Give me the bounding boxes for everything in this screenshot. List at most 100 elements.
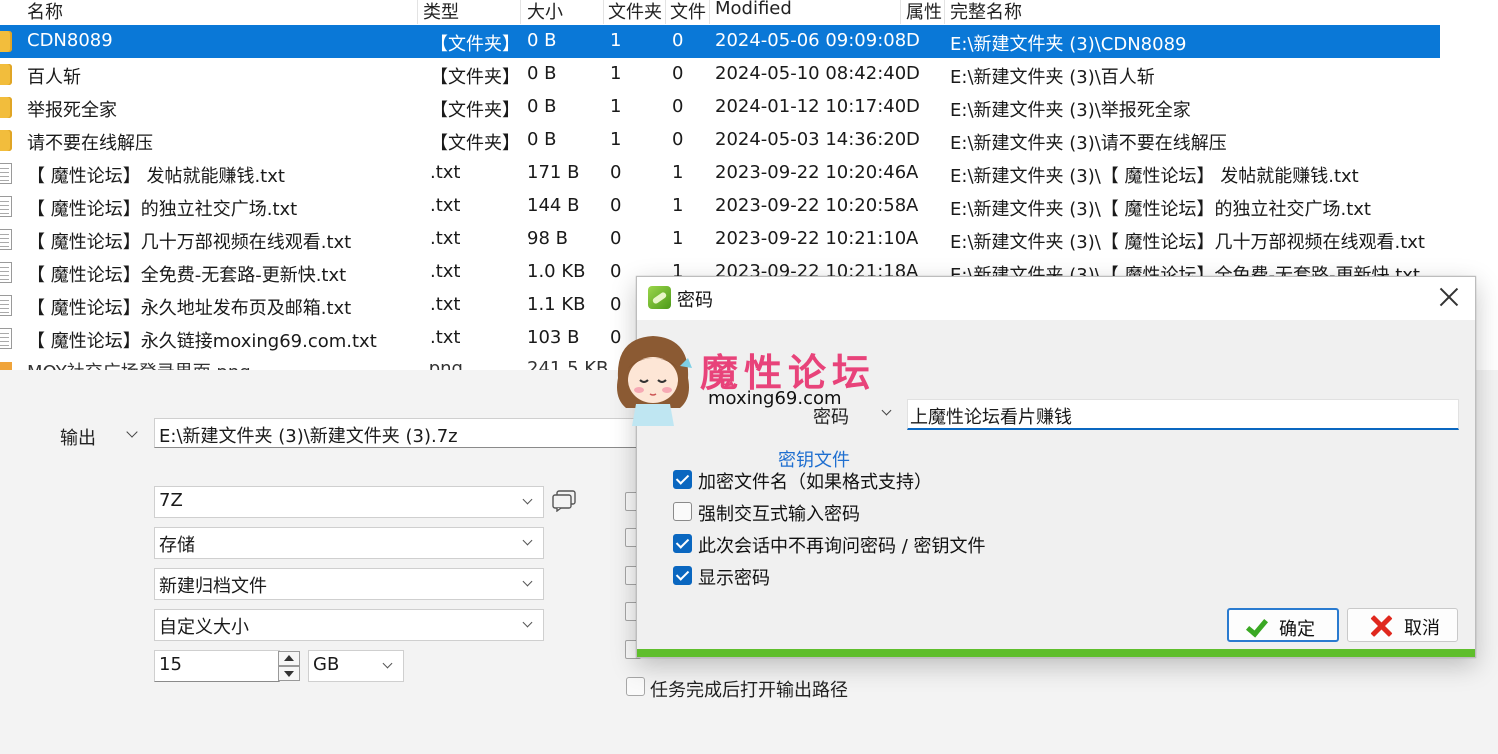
- split-mode-select[interactable]: 自定义大小: [154, 609, 544, 641]
- column-divider[interactable]: [520, 0, 521, 24]
- folder-icon: [0, 31, 12, 52]
- cell-attr: D: [906, 96, 920, 117]
- column-header-folders[interactable]: 文件夹: [608, 0, 662, 24]
- chevron-down-icon[interactable]: [126, 426, 138, 438]
- text-file-icon: [0, 163, 12, 184]
- split-unit-select[interactable]: GB: [308, 650, 404, 682]
- ok-button[interactable]: 确定: [1227, 608, 1339, 642]
- cell-size: 103 B: [527, 327, 580, 348]
- cell-name: 【 魔性论坛】全免费-无套路-更新快.txt: [27, 265, 347, 286]
- cell-folders: 1: [610, 96, 622, 117]
- cell-name: 百人斩: [27, 67, 81, 88]
- chevron-down-icon: [522, 535, 533, 546]
- compression-select[interactable]: 存储: [154, 527, 544, 559]
- column-header-attributes[interactable]: 属性: [906, 0, 942, 24]
- cell-attr: D: [906, 129, 920, 150]
- cell-attr: A: [906, 228, 919, 249]
- column-header-type[interactable]: 类型: [423, 0, 459, 24]
- image-file-icon: [0, 362, 12, 370]
- cell-size: 0 B: [527, 30, 557, 51]
- cell-name: 【 魔性论坛】永久链接moxing69.com.txt: [27, 331, 377, 352]
- cell-type: .txt: [430, 294, 461, 315]
- column-header-name[interactable]: 名称: [27, 0, 63, 24]
- encrypt-filenames-checkbox[interactable]: [673, 470, 692, 489]
- cell-name: 举报死全家: [27, 100, 117, 121]
- column-divider[interactable]: [944, 0, 945, 24]
- output-label: 输出: [60, 428, 96, 449]
- cell-folders: 1: [610, 30, 622, 51]
- encrypt-filenames-label: 加密文件名（如果格式支持）: [698, 472, 932, 493]
- column-header-fullname[interactable]: 完整名称: [950, 0, 1022, 24]
- list-item[interactable]: 百人斩 【文件夹】 0 B 1 0 2024-05-10 08:42:40 D E:\新建文件…: [0, 58, 1440, 91]
- column-header-files[interactable]: 文件: [670, 0, 706, 24]
- cell-size: 0 B: [527, 96, 557, 117]
- cell-folders: 0: [610, 261, 622, 282]
- chevron-down-icon[interactable]: [881, 405, 892, 416]
- folder-icon: [0, 130, 12, 151]
- show-password-checkbox[interactable]: [673, 566, 692, 585]
- list-item[interactable]: 请不要在线解压 【文件夹】 0 B 1 0 2024-05-03 14:36:20 D E:\…: [0, 124, 1440, 157]
- cell-fullname: E:\新建文件夹 (3)\举报死全家: [950, 100, 1191, 121]
- open-after-checkbox[interactable]: [626, 677, 645, 696]
- cell-attr: D: [906, 63, 920, 84]
- cell-fullname: E:\新建文件夹 (3)\【 魔性论坛】 发帖就能赚钱.txt: [950, 166, 1359, 187]
- checkmark-icon: [1245, 614, 1269, 638]
- cell-name: 【 魔性论坛】的独立社交广场.txt: [27, 199, 298, 220]
- file-list-header: 名称 类型 大小 文件夹 文件 Modified 属性 完整名称: [0, 0, 1440, 24]
- list-item[interactable]: 举报死全家 【文件夹】 0 B 1 0 2024-01-12 10:17:40 D E:\新建…: [0, 91, 1440, 124]
- output-path-input[interactable]: E:\新建文件夹 (3)\新建文件夹 (3).7z: [154, 418, 654, 448]
- comment-icon[interactable]: [552, 490, 577, 513]
- file-type: .png: [423, 360, 463, 370]
- cell-files: 0: [672, 96, 684, 117]
- cell-files: 1: [672, 162, 684, 183]
- password-dialog: 密码 密码 上魔性论坛看片赚钱 密钥文件 加密文件名（如果格式支持） 强制交互式…: [636, 276, 1476, 658]
- column-divider[interactable]: [603, 0, 604, 24]
- column-divider[interactable]: [417, 0, 418, 24]
- close-icon[interactable]: [1439, 287, 1459, 307]
- spin-up-button[interactable]: [278, 651, 300, 666]
- chevron-down-icon: [522, 617, 533, 628]
- cell-modified: 2024-05-10 08:42:40: [715, 63, 907, 84]
- app-icon: [648, 286, 671, 309]
- chevron-down-icon: [522, 494, 533, 505]
- split-size-input[interactable]: 15: [154, 650, 280, 682]
- text-file-icon: [0, 262, 12, 283]
- column-header-size[interactable]: 大小: [527, 0, 563, 24]
- file-size: 241.5 KB: [527, 360, 608, 370]
- remember-session-checkbox[interactable]: [673, 534, 692, 553]
- cancel-button[interactable]: 取消: [1347, 608, 1458, 642]
- update-mode-select[interactable]: 新建归档文件: [154, 568, 544, 600]
- list-item[interactable]: 【 魔性论坛】几十万部视频在线观看.txt .txt 98 B 0 1 2023-09-2…: [0, 223, 1440, 256]
- cell-size: 1.1 KB: [527, 294, 586, 315]
- remember-session-label: 此次会话中不再询问密码 / 密钥文件: [698, 536, 986, 557]
- cell-name: 【 魔性论坛】 发帖就能赚钱.txt: [27, 166, 285, 187]
- dialog-title: 密码: [677, 290, 713, 311]
- cell-type: 【文件夹】: [430, 133, 520, 154]
- list-item[interactable]: 【 魔性论坛】的独立社交广场.txt .txt 144 B 0 1 2023-09-22 …: [0, 190, 1440, 223]
- cell-modified: 2023-09-22 10:20:46: [715, 162, 907, 183]
- ok-button-label: 确定: [1279, 619, 1315, 640]
- password-label: 密码: [813, 407, 849, 428]
- compression-value: 存储: [159, 535, 195, 556]
- text-file-icon: [0, 229, 12, 250]
- cell-name: CDN8089: [27, 30, 113, 51]
- cell-type: .txt: [430, 228, 461, 249]
- cell-fullname: E:\新建文件夹 (3)\请不要在线解压: [950, 133, 1227, 154]
- force-interactive-checkbox[interactable]: [673, 502, 692, 521]
- cell-attr: D: [906, 30, 920, 51]
- column-header-modified[interactable]: Modified: [715, 0, 792, 19]
- column-divider[interactable]: [900, 0, 901, 24]
- format-select[interactable]: 7Z: [154, 486, 544, 518]
- column-divider[interactable]: [709, 0, 710, 24]
- list-item-partial[interactable]: MOY社交广场登录界面.png .png 241.5 KB: [0, 360, 640, 370]
- force-interactive-label: 强制交互式输入密码: [698, 504, 860, 525]
- cell-size: 171 B: [527, 162, 580, 183]
- password-input[interactable]: 上魔性论坛看片赚钱: [907, 399, 1459, 430]
- cell-modified: 2024-01-12 10:17:40: [715, 96, 907, 117]
- cell-fullname: E:\新建文件夹 (3)\CDN8089: [950, 34, 1187, 55]
- list-item[interactable]: 【 魔性论坛】 发帖就能赚钱.txt .txt 171 B 0 1 2023-09-22 …: [0, 157, 1440, 190]
- cell-folders: 0: [610, 327, 622, 348]
- list-item[interactable]: CDN8089 【文件夹】 0 B 1 0 2024-05-06 09:09:08 D E:\…: [0, 25, 1440, 58]
- spin-down-button[interactable]: [278, 666, 300, 681]
- column-divider[interactable]: [665, 0, 666, 24]
